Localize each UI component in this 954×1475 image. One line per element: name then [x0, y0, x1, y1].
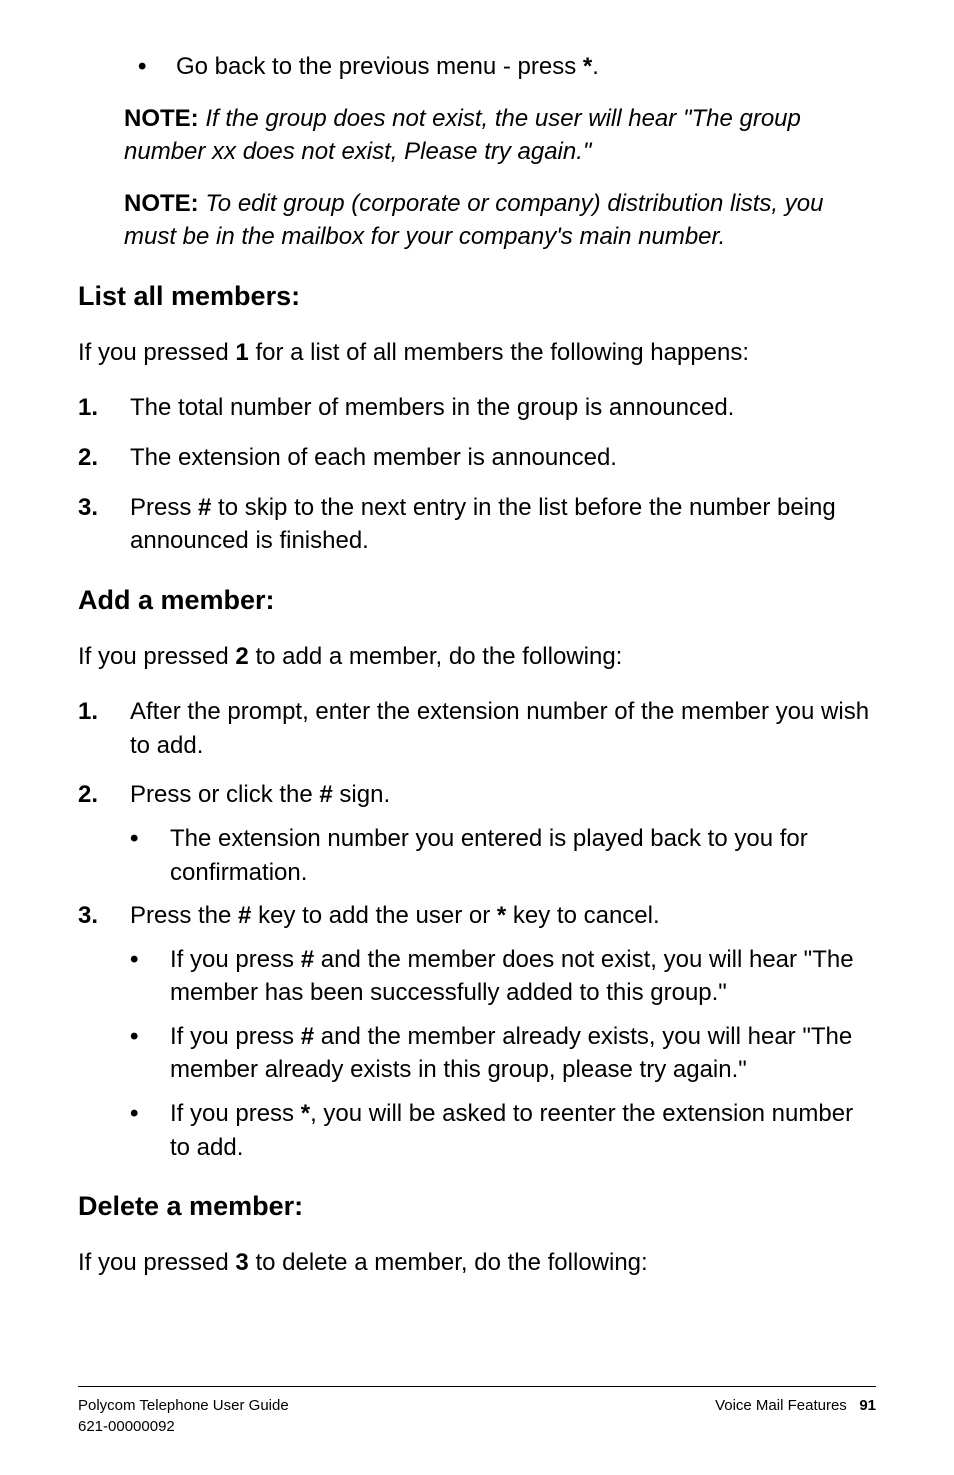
text: key to add the user or [251, 902, 496, 929]
list-item-3: 3. Press # to skip to the next entry in … [78, 491, 876, 558]
bullet-text: Go back to the previous menu - press *. [176, 50, 876, 84]
text: Press the [130, 902, 238, 929]
text: If you press [170, 1100, 301, 1127]
heading-add-member: Add a member: [78, 582, 876, 620]
bullet-marker: • [130, 822, 170, 889]
note-label: NOTE: [124, 105, 199, 132]
footer-section: Voice Mail Features [715, 1397, 847, 1414]
add-item-2-sub: • The extension number you entered is pl… [130, 822, 876, 889]
item-text: Press the # key to add the user or * key… [130, 899, 876, 933]
text: sign. [333, 781, 390, 808]
key-star: * [497, 902, 506, 929]
note-text: To edit group (corporate or company) dis… [124, 190, 823, 251]
bullet-previous-menu: • Go back to the previous menu - press *… [138, 50, 876, 84]
text: If you press [170, 1023, 301, 1050]
text: If you pressed [78, 339, 235, 366]
bullet-marker: • [130, 943, 170, 1010]
intro-list-members: If you pressed 1 for a list of all membe… [78, 336, 876, 370]
text: If you pressed [78, 1249, 235, 1276]
item-text: The total number of members in the group… [130, 391, 876, 425]
bullet-marker: • [130, 1097, 170, 1164]
item-text: Press or click the # sign. [130, 778, 876, 812]
intro-delete-member: If you pressed 3 to delete a member, do … [78, 1246, 876, 1280]
page-number: 91 [859, 1397, 876, 1414]
footer-right: Voice Mail Features 91 [715, 1395, 876, 1437]
key-1: 1 [235, 339, 248, 366]
key-star: * [301, 1100, 310, 1127]
text: If you pressed [78, 643, 235, 670]
note-edit-group: NOTE: To edit group (corporate or compan… [124, 187, 876, 254]
text: to delete a member, do the following: [249, 1249, 648, 1276]
footer-docnum: 621-00000092 [78, 1416, 289, 1437]
sub-text: If you press # and the member already ex… [170, 1020, 876, 1087]
footer-divider [78, 1386, 876, 1387]
key-hash: # [301, 1023, 314, 1050]
key-star: * [583, 53, 592, 80]
key-hash: # [198, 494, 211, 521]
list-item-2: 2. The extension of each member is annou… [78, 441, 876, 475]
note-group-not-exist: NOTE: If the group does not exist, the u… [124, 102, 876, 169]
item-number: 2. [78, 441, 130, 475]
bullet-marker: • [138, 50, 176, 84]
bullet-marker: • [130, 1020, 170, 1087]
sub-text: If you press *, you will be asked to ree… [170, 1097, 876, 1164]
text: . [592, 53, 599, 80]
sub-text: The extension number you entered is play… [170, 822, 876, 889]
sub-text: If you press # and the member does not e… [170, 943, 876, 1010]
text: Go back to the previous menu - press [176, 53, 583, 80]
add-item-3: 3. Press the # key to add the user or * … [78, 899, 876, 933]
page-footer: Polycom Telephone User Guide 621-0000009… [78, 1386, 876, 1437]
intro-add-member: If you pressed 2 to add a member, do the… [78, 640, 876, 674]
key-hash: # [319, 781, 332, 808]
text: for a list of all members the following … [249, 339, 749, 366]
item-text: Press # to skip to the next entry in the… [130, 491, 876, 558]
item-text: The extension of each member is announce… [130, 441, 876, 475]
list-item-1: 1. The total number of members in the gr… [78, 391, 876, 425]
text: If you press [170, 946, 301, 973]
add-item-3-sub1: • If you press # and the member does not… [130, 943, 876, 1010]
item-number: 2. [78, 778, 130, 812]
text: to skip to the next entry in the list be… [130, 494, 836, 555]
note-text: If the group does not exist, the user wi… [124, 105, 801, 166]
item-number: 3. [78, 899, 130, 933]
note-label: NOTE: [124, 190, 199, 217]
item-number: 1. [78, 695, 130, 762]
heading-list-members: List all members: [78, 278, 876, 316]
text: Press or click the [130, 781, 319, 808]
key-hash: # [301, 946, 314, 973]
add-item-3-sub2: • If you press # and the member already … [130, 1020, 876, 1087]
heading-delete-member: Delete a member: [78, 1188, 876, 1226]
key-3: 3 [235, 1249, 248, 1276]
add-item-1: 1. After the prompt, enter the extension… [78, 695, 876, 762]
item-number: 3. [78, 491, 130, 558]
footer-content: Polycom Telephone User Guide 621-0000009… [78, 1395, 876, 1437]
text: to add a member, do the following: [249, 643, 623, 670]
add-item-2: 2. Press or click the # sign. [78, 778, 876, 812]
key-hash: # [238, 902, 251, 929]
text: Press [130, 494, 198, 521]
text: key to cancel. [506, 902, 659, 929]
key-2: 2 [235, 643, 248, 670]
item-text: After the prompt, enter the extension nu… [130, 695, 876, 762]
footer-left: Polycom Telephone User Guide 621-0000009… [78, 1395, 289, 1437]
add-item-3-sub3: • If you press *, you will be asked to r… [130, 1097, 876, 1164]
footer-title: Polycom Telephone User Guide [78, 1395, 289, 1416]
item-number: 1. [78, 391, 130, 425]
